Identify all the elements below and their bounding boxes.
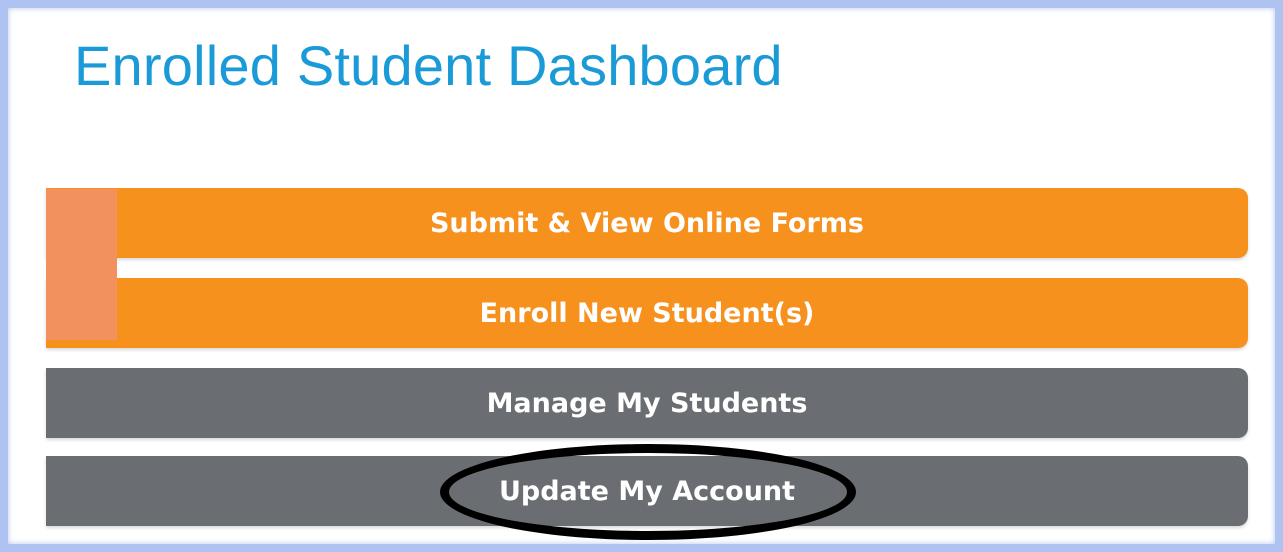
page-title: Enrolled Student Dashboard [74, 34, 783, 97]
submit-view-online-forms-button[interactable]: Submit & View Online Forms [46, 188, 1248, 258]
screenshot-frame: Enrolled Student Dashboard Submit & View… [0, 0, 1283, 552]
manage-my-students-button[interactable]: Manage My Students [46, 368, 1248, 438]
side-accent-block [46, 189, 117, 340]
enroll-new-students-button[interactable]: Enroll New Student(s) [46, 278, 1248, 348]
update-my-account-button[interactable]: Update My Account [46, 456, 1248, 526]
